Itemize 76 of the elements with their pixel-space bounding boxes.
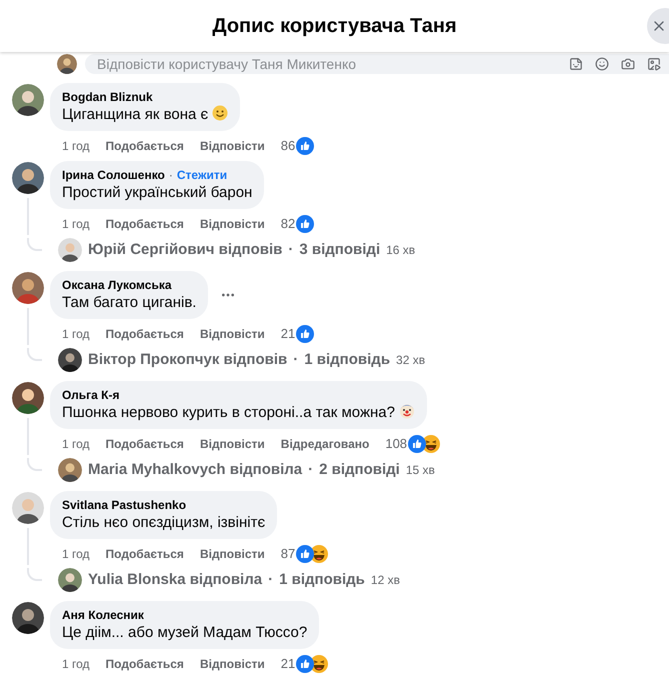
author-name[interactable]: Svitlana Pastushenko	[62, 497, 186, 513]
sticker-icon[interactable]	[569, 57, 583, 71]
like-link[interactable]: Подобається	[106, 325, 184, 343]
replies-count[interactable]: 3 відповіді	[299, 238, 380, 262]
like-icon	[408, 435, 426, 453]
like-link[interactable]: Подобається	[106, 655, 184, 673]
dialog-title: Допис користувача Таня	[212, 14, 457, 39]
replies-author[interactable]: Yulia Blonska відповіла	[88, 568, 262, 592]
comment-time[interactable]: 1 год	[62, 137, 90, 155]
replies-author[interactable]: Юрій Сергійович відповів	[88, 238, 282, 262]
like-link[interactable]: Подобається	[106, 137, 184, 155]
author-name[interactable]: Ольга К-я	[62, 387, 120, 403]
thread-connector	[27, 458, 42, 471]
clown-face-icon	[399, 403, 415, 419]
comment-text: Там багато циганів.	[62, 293, 196, 313]
reply-time: 15 хв	[406, 462, 435, 479]
reaction-count[interactable]: 108	[385, 434, 408, 454]
edited-label: Відредаговано	[280, 436, 370, 453]
comment-text: Пшонка нервово курить в стороні..а так можна?	[62, 403, 415, 423]
reply-link[interactable]: Відповісти	[200, 545, 265, 563]
like-link[interactable]: Подобається	[106, 215, 184, 233]
camera-icon[interactable]	[621, 57, 635, 71]
like-icon	[296, 137, 314, 155]
reaction-count[interactable]: 82	[280, 214, 296, 234]
comment-text: Це діім... або музей Мадам Тюссо?	[62, 623, 308, 643]
like-icon	[296, 655, 314, 673]
separator: ·	[268, 570, 274, 590]
reaction-count[interactable]: 21	[280, 324, 296, 344]
reaction-count[interactable]: 21	[280, 654, 296, 674]
replies-count[interactable]: 2 відповіді	[319, 458, 400, 482]
reaction-count[interactable]: 86	[280, 136, 296, 156]
reply-link[interactable]: Відповісти	[200, 655, 265, 673]
reply-time: 12 хв	[370, 572, 400, 589]
thread-connector	[27, 238, 42, 251]
reply-link[interactable]: Відповісти	[200, 325, 265, 343]
reaction-count[interactable]: 87	[280, 544, 296, 564]
author-name[interactable]: Ірина Солошенко	[62, 167, 165, 183]
reply-link[interactable]: Відповісти	[200, 137, 265, 155]
like-icon	[296, 545, 314, 563]
reply-time: 32 хв	[396, 352, 426, 369]
separator: ·	[308, 460, 314, 480]
replies-author[interactable]: Віктор Прокопчук відповів	[88, 348, 288, 372]
author-name[interactable]: Аня Колесник	[62, 607, 144, 623]
comment-time[interactable]: 1 год	[62, 325, 90, 343]
comment-text: Циганщина як вона є	[62, 105, 228, 125]
comment-text: Простий український барон	[62, 183, 252, 203]
like-link[interactable]: Подобається	[106, 545, 184, 563]
laughing-face-icon	[310, 545, 328, 563]
laughing-face-icon	[310, 655, 328, 673]
author-name[interactable]: Bogdan Bliznuk	[62, 89, 153, 105]
comment-time[interactable]: 1 год	[62, 435, 90, 453]
like-icon	[296, 215, 314, 233]
comment-time[interactable]: 1 год	[62, 545, 90, 563]
reply-field[interactable]: Відповісти користувачу Таня Микитенко	[85, 54, 669, 74]
reply-input[interactable]: Відповісти користувачу Таня Микитенко	[97, 54, 569, 74]
comment-time[interactable]: 1 год	[62, 655, 90, 673]
thread-connector	[27, 568, 42, 581]
replies-count[interactable]: 1 відповідь	[279, 568, 365, 592]
comment-time[interactable]: 1 год	[62, 215, 90, 233]
follow-link[interactable]: Стежити	[176, 167, 228, 183]
comment-text: Стіль нєо опєздіцизм, ізвінітє	[62, 513, 266, 533]
reply-link[interactable]: Відповісти	[200, 215, 265, 233]
emoji-icon[interactable]	[595, 57, 609, 71]
replies-count[interactable]: 1 відповідь	[304, 348, 390, 372]
like-icon	[296, 325, 314, 343]
laughing-face-icon	[422, 435, 440, 453]
thread-connector	[27, 348, 42, 361]
reply-time: 16 хв	[386, 242, 416, 259]
like-link[interactable]: Подобається	[106, 435, 184, 453]
separator: ·	[288, 240, 294, 260]
reply-link[interactable]: Відповісти	[200, 435, 265, 453]
replies-author[interactable]: Maria Myhalkovych відповіла	[88, 458, 302, 482]
author-name[interactable]: Оксана Лукомська	[62, 277, 172, 293]
separator: ·	[168, 167, 173, 183]
separator: ·	[293, 350, 298, 370]
smiley-icon	[212, 105, 228, 121]
